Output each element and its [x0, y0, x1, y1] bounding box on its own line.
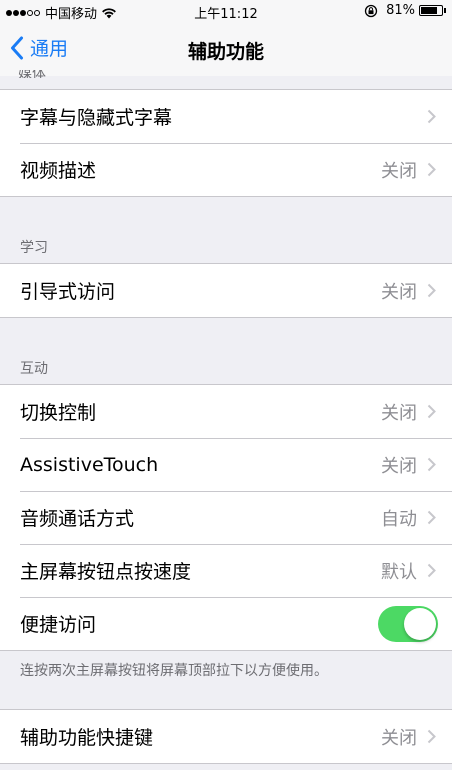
row-reachability: 便捷访问: [0, 597, 452, 650]
section-footer-reachability: 连按两次主屏幕按钮将屏幕顶部拉下以方便使用。: [20, 663, 328, 679]
chevron-right-icon: [427, 404, 436, 419]
battery-icon: [419, 5, 443, 16]
interaction-group: 切换控制 关闭 AssistiveTouch 关闭 音频通话方式 自动 主屏幕按…: [0, 384, 452, 651]
row-assistivetouch[interactable]: AssistiveTouch 关闭: [0, 438, 452, 491]
toggle-knob: [404, 607, 436, 640]
row-value: 关闭: [381, 402, 417, 424]
row-guided-access[interactable]: 引导式访问 关闭: [0, 264, 452, 317]
chevron-right-icon: [427, 457, 436, 472]
navigation-bar: 通用 辅助功能: [0, 22, 452, 76]
row-label: 便捷访问: [20, 614, 97, 636]
row-label: 字幕与隐藏式字幕: [20, 107, 173, 129]
row-home-click-speed[interactable]: 主屏幕按钮点按速度 默认: [0, 544, 452, 597]
row-switch-control[interactable]: 切换控制 关闭: [0, 385, 452, 438]
row-value: 默认: [381, 561, 417, 583]
learning-group: 引导式访问 关闭: [0, 263, 452, 318]
rotation-lock-icon: [364, 4, 378, 17]
row-label: AssistiveTouch: [20, 453, 159, 476]
row-accessibility-shortcut[interactable]: 辅助功能快捷键 关闭: [0, 710, 452, 763]
section-header-learning: 学习: [20, 240, 48, 256]
row-value: 关闭: [381, 455, 417, 477]
row-value: 自动: [381, 508, 417, 530]
chevron-right-icon: [427, 109, 436, 124]
chevron-right-icon: [427, 510, 436, 525]
page-title: 辅助功能: [187, 41, 264, 63]
chevron-right-icon: [427, 563, 436, 578]
chevron-right-icon: [427, 283, 436, 298]
row-label: 辅助功能快捷键: [20, 727, 154, 749]
row-call-audio-routing[interactable]: 音频通话方式 自动: [0, 491, 452, 544]
status-bar: 中国移动 上午11:12 81%: [0, 0, 452, 22]
row-label: 主屏幕按钮点按速度: [20, 561, 192, 583]
shortcut-group: 辅助功能快捷键 关闭: [0, 709, 452, 764]
row-label: 视频描述: [20, 160, 97, 182]
reachability-toggle[interactable]: [378, 605, 438, 642]
row-value: 关闭: [381, 160, 417, 182]
section-header-interaction: 互动: [20, 361, 48, 377]
battery-fill: [421, 7, 437, 14]
media-group: 字幕与隐藏式字幕 视频描述 关闭: [0, 89, 452, 197]
row-value: 关闭: [381, 281, 417, 303]
status-right: 81%: [364, 3, 446, 18]
chevron-right-icon: [427, 729, 436, 744]
section-header-media: 媒体: [18, 70, 46, 78]
battery-percent: 81%: [386, 3, 415, 18]
row-label: 引导式访问: [20, 281, 116, 303]
row-value: 关闭: [381, 727, 417, 749]
row-video-description[interactable]: 视频描述 关闭: [0, 143, 452, 196]
battery-cap: [444, 8, 446, 13]
row-label: 切换控制: [20, 402, 97, 424]
row-label: 音频通话方式: [20, 508, 135, 530]
row-subtitles-captions[interactable]: 字幕与隐藏式字幕: [0, 90, 452, 143]
chevron-right-icon: [427, 162, 436, 177]
